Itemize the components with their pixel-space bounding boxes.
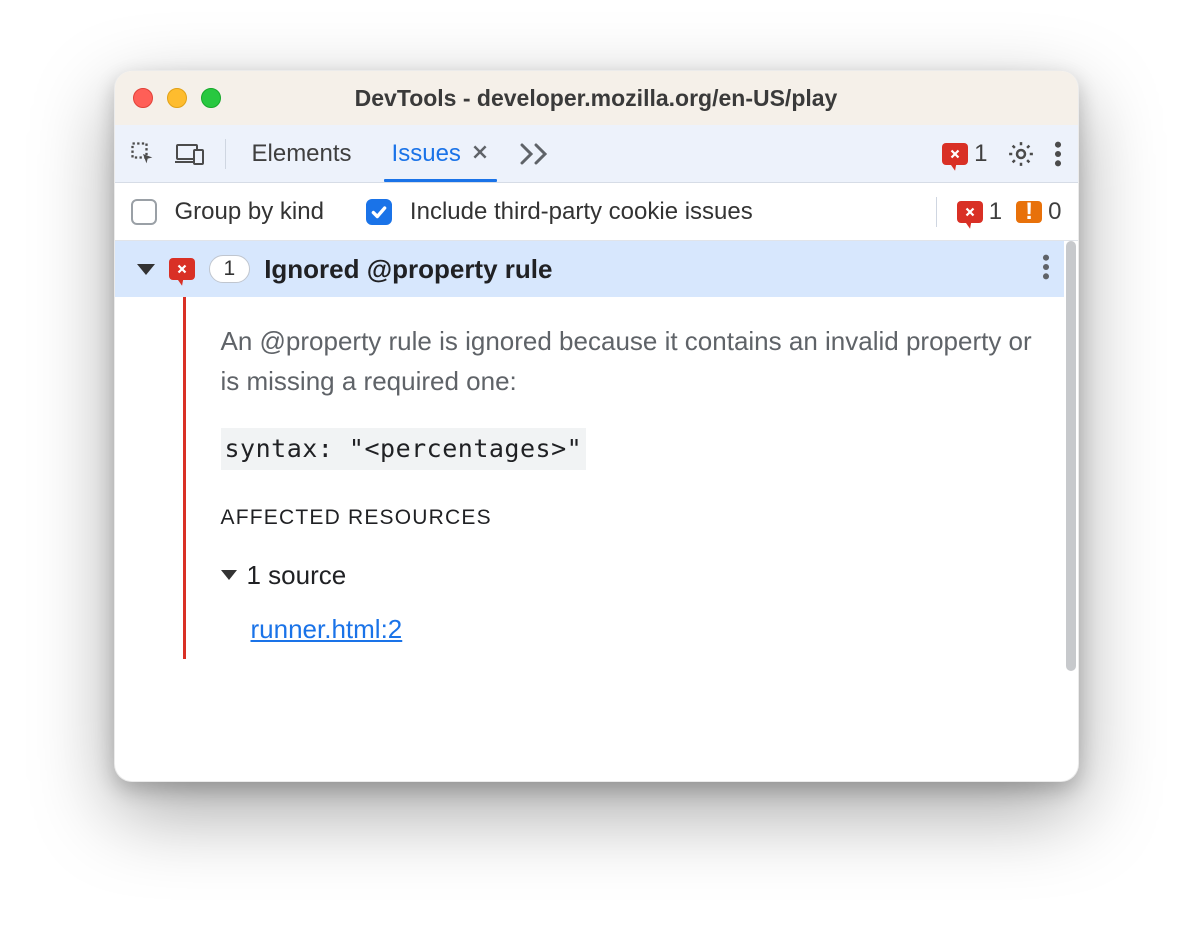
filter-warning-counter[interactable]: ! 0 — [1016, 198, 1061, 226]
devtools-toolbar: Elements Issues 1 — [115, 125, 1078, 183]
devtools-window: DevTools - developer.mozilla.org/en-US/p… — [114, 70, 1079, 782]
minimize-window-button[interactable] — [167, 88, 187, 108]
close-window-button[interactable] — [133, 88, 153, 108]
issues-content: 1 Ignored @property rule An @property ru… — [115, 241, 1078, 781]
source-summary: 1 source — [247, 555, 347, 595]
issue-gutter — [115, 297, 185, 659]
zoom-window-button[interactable] — [201, 88, 221, 108]
filter-error-counter[interactable]: 1 — [957, 198, 1002, 226]
tab-label: Issues — [392, 140, 461, 168]
group-by-kind-checkbox[interactable] — [131, 199, 157, 225]
window-controls — [133, 88, 221, 108]
issue-code-snippet: syntax: "<percentages>" — [221, 428, 587, 471]
more-menu-kebab-icon[interactable] — [1054, 140, 1062, 168]
scrollbar-thumb[interactable] — [1066, 241, 1076, 671]
tab-elements[interactable]: Elements — [232, 125, 372, 182]
expand-toggle-icon — [221, 570, 237, 580]
inspect-element-icon[interactable] — [129, 140, 157, 168]
affected-resources-header: AFFECTED RESOURCES — [221, 502, 1040, 535]
warning-count: 0 — [1048, 198, 1061, 226]
issue-body: An @property rule is ignored because it … — [115, 297, 1064, 659]
issue-description: An @property rule is ignored because it … — [221, 321, 1040, 402]
tab-label: Elements — [252, 140, 352, 168]
device-toolbar-icon[interactable] — [175, 141, 205, 167]
error-badge-icon — [169, 258, 195, 280]
scrollbar[interactable] — [1066, 241, 1078, 781]
more-tabs-icon[interactable] — [509, 125, 563, 182]
settings-gear-icon[interactable] — [1006, 139, 1036, 169]
group-by-kind-label: Group by kind — [175, 198, 324, 226]
issues-filter-bar: Group by kind Include third-party cookie… — [115, 183, 1078, 241]
error-count: 1 — [974, 140, 987, 168]
titlebar: DevTools - developer.mozilla.org/en-US/p… — [115, 71, 1078, 125]
issue-header-row[interactable]: 1 Ignored @property rule — [115, 241, 1064, 297]
error-badge-icon — [957, 201, 983, 223]
expand-toggle-icon[interactable] — [137, 264, 155, 275]
warning-badge-icon: ! — [1016, 201, 1042, 223]
window-title: DevTools - developer.mozilla.org/en-US/p… — [115, 85, 1078, 112]
source-link[interactable]: runner.html:2 — [251, 609, 403, 649]
third-party-label: Include third-party cookie issues — [410, 198, 753, 226]
third-party-checkbox[interactable] — [366, 199, 392, 225]
toolbar-divider — [225, 139, 226, 169]
issue-title: Ignored @property rule — [264, 254, 552, 285]
issue-count-pill: 1 — [209, 255, 251, 283]
toolbar-error-counter[interactable]: 1 — [942, 140, 987, 168]
error-badge-icon — [942, 143, 968, 165]
sources-toggle[interactable]: 1 source — [221, 555, 1040, 595]
close-tab-icon[interactable] — [471, 140, 489, 168]
error-count: 1 — [989, 198, 1002, 226]
issue-menu-kebab-icon[interactable] — [1042, 253, 1050, 286]
tab-issues[interactable]: Issues — [372, 125, 509, 182]
panel-tabs: Elements Issues — [232, 125, 509, 182]
filter-divider — [936, 197, 937, 227]
